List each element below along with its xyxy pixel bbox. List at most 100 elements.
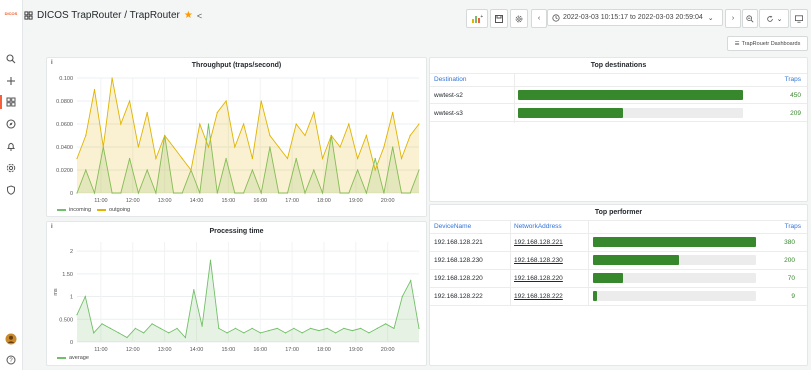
data-point-average (401, 295, 403, 298)
bar-gauge-track (593, 273, 756, 283)
traps-value: 380 (784, 239, 795, 246)
column-header-destination[interactable]: Destination (434, 76, 467, 83)
legend-label-incoming[interactable]: incoming (69, 207, 91, 213)
y-tick-label: 2 (70, 249, 73, 255)
dashboard-settings-button[interactable] (510, 9, 528, 28)
grafana-logo[interactable]: DICOS (2, 6, 20, 20)
series-area-outgoing (77, 78, 419, 193)
traps-value: 450 (790, 92, 801, 99)
data-point-outgoing (190, 169, 192, 171)
chart-legend: incoming outgoing (57, 207, 130, 213)
x-tick-label: 20:00 (381, 198, 395, 204)
time-range-picker[interactable]: 2022-03-03 10:15:17 to 2022-03-03 20:59:… (547, 9, 723, 26)
time-back-button[interactable]: ‹ (531, 9, 547, 28)
zoom-out-button[interactable] (742, 9, 758, 28)
data-point-outgoing (85, 134, 87, 137)
data-point-outgoing (392, 111, 394, 114)
data-point-average (151, 323, 153, 325)
x-tick-label: 11:00 (94, 198, 107, 204)
bar-chart-add-icon: + (471, 14, 483, 23)
settings-icon[interactable] (4, 161, 18, 175)
y-tick-label: 0 (70, 340, 73, 346)
data-point-average (109, 327, 111, 329)
dashboards-icon[interactable] (4, 95, 18, 109)
network-address-link[interactable]: 192.168.128.220 (514, 275, 563, 282)
data-point-average (376, 327, 378, 329)
data-point-outgoing (374, 169, 376, 171)
monitor-icon (795, 14, 803, 23)
network-address-link[interactable]: 192.168.128.230 (514, 257, 563, 264)
share-icon[interactable]: < (197, 11, 202, 21)
data-point-average (101, 323, 103, 325)
dashboards-link-label: TrapRouetr Dashboards (741, 40, 801, 47)
data-point-outgoing (111, 77, 113, 79)
x-tick-label: 11:00 (94, 347, 107, 353)
series-line-average[interactable] (76, 260, 420, 339)
plus-icon[interactable] (4, 74, 18, 88)
x-tick-label: 13:00 (158, 347, 172, 353)
processing-time-chart[interactable]: 0 0.500 1 1.50 2 11:00 12:00 13:00 14:00 15:00 16:… (47, 222, 426, 365)
data-point-outgoing (357, 157, 359, 160)
divider (430, 251, 807, 252)
bar-gauge-fill (593, 291, 597, 301)
divider (430, 121, 807, 122)
x-tick-label: 17:00 (285, 198, 299, 204)
save-button[interactable] (490, 9, 508, 28)
data-point-outgoing (146, 111, 148, 114)
network-address-link[interactable]: 192.168.128.222 (514, 293, 563, 300)
x-tick-label: 18:00 (317, 198, 331, 204)
data-point-average (84, 295, 86, 298)
shield-icon[interactable] (4, 183, 18, 197)
traps-value: 70 (787, 275, 795, 282)
legend-label-outgoing[interactable]: outgoing (109, 207, 130, 213)
bar-gauge-track (593, 255, 756, 265)
help-icon[interactable]: ? (4, 353, 18, 367)
refresh-button[interactable]: ⌄ (759, 9, 789, 28)
data-point-average (168, 332, 170, 334)
data-point-outgoing (383, 146, 385, 148)
legend-swatch-outgoing (97, 209, 107, 211)
data-point-average (143, 332, 145, 334)
throughput-chart[interactable]: 0 0.0200 0.0400 0.0600 0.0800 0.100 11:00 12:00… (47, 58, 426, 216)
panel-title[interactable]: Top destinations (430, 62, 807, 69)
data-point-outgoing (129, 100, 131, 102)
column-header-device-name[interactable]: DeviceName (434, 223, 471, 230)
explore-icon[interactable] (4, 117, 18, 131)
tv-mode-button[interactable] (790, 9, 808, 28)
data-point-average (184, 336, 186, 339)
save-icon (495, 14, 503, 23)
destination-name[interactable]: wwtest-s3 (434, 110, 463, 117)
divider (430, 73, 807, 74)
column-header-traps[interactable]: Traps (785, 223, 801, 230)
avatar[interactable] (4, 332, 18, 346)
data-point-outgoing (172, 146, 175, 148)
x-tick-label: 17:00 (285, 347, 299, 353)
search-icon[interactable] (4, 52, 18, 66)
column-header-traps[interactable]: Traps (785, 76, 801, 83)
y-tick-label: 0.0800 (56, 99, 73, 105)
network-address-link[interactable]: 192.168.128.221 (514, 239, 563, 246)
data-point-outgoing (295, 123, 297, 125)
star-icon[interactable]: ★ (184, 10, 193, 21)
data-point-average (118, 332, 120, 334)
active-indicator (0, 95, 2, 109)
y-tick-label: 0.0600 (56, 122, 73, 128)
data-point-average (293, 327, 295, 329)
column-header-network-address[interactable]: NetworkAddress (514, 223, 562, 230)
data-point-incoming (207, 123, 210, 125)
column-divider (514, 73, 515, 123)
data-point-outgoing (348, 123, 350, 125)
panel-title[interactable]: Top performer (430, 209, 807, 216)
add-panel-button[interactable]: + (466, 9, 488, 28)
destination-name[interactable]: wwtest-s2 (434, 92, 463, 99)
data-point-outgoing (321, 157, 324, 160)
breadcrumb[interactable]: DICOS TrapRouter / TrapRouter (37, 10, 180, 21)
dashboards-link-button[interactable]: ☰ TrapRouetr Dashboards (727, 36, 808, 51)
legend-label-average[interactable]: average (69, 355, 89, 361)
time-forward-button[interactable]: › (725, 9, 741, 28)
alerting-icon[interactable] (4, 139, 18, 153)
data-point-average (335, 332, 337, 334)
data-point-outgoing (225, 100, 227, 102)
processing-time-panel: i Processing time 0 0.500 1 1.50 2 11:00 12:00… (46, 221, 427, 366)
data-point-outgoing (339, 146, 341, 148)
